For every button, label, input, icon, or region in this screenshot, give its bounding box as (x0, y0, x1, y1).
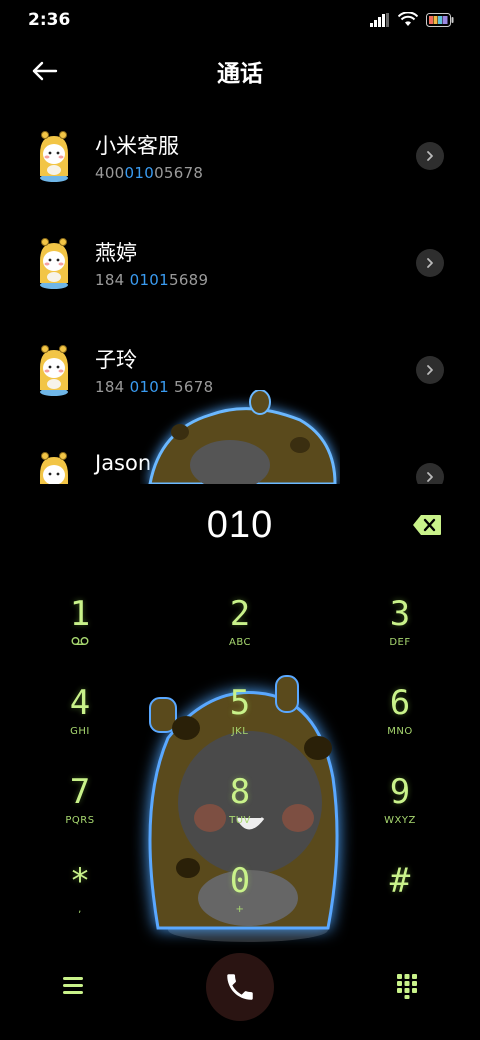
key-2[interactable]: 2 ABC (180, 594, 300, 674)
contact-avatar (40, 131, 68, 182)
key-1[interactable]: 1 (20, 594, 140, 674)
contact-row[interactable]: 燕婷 184 01015689 (0, 211, 480, 315)
contact-avatar (40, 238, 68, 289)
bottom-action-bar (0, 950, 480, 1040)
contact-row[interactable]: 小米客服 40001005678 (0, 104, 480, 208)
key-3[interactable]: 3 DEF (340, 594, 460, 674)
contact-number: 184 01015689 (95, 271, 209, 289)
contact-detail-button[interactable] (416, 249, 444, 277)
phone-icon (227, 974, 253, 1000)
key-letters: WXYZ (384, 815, 416, 826)
menu-icon (63, 977, 83, 994)
signal-icon (370, 12, 389, 27)
dialer-screen: 2:36 通话 小米客服 40001005678 燕婷 184 01015689… (0, 0, 480, 1040)
key-8[interactable]: 8 TUV (180, 772, 300, 852)
key-digit: 1 (69, 594, 91, 634)
key-digit: 0 (229, 861, 251, 901)
key-digit: 7 (69, 772, 91, 812)
key-hash[interactable]: # (340, 861, 460, 941)
key-letters: GHI (70, 726, 90, 737)
key-letters: TUV (229, 815, 251, 826)
dialed-number: 010 (206, 504, 274, 546)
key-7[interactable]: 7 PQRS (20, 772, 140, 852)
wifi-icon (398, 12, 418, 26)
status-bar: 2:36 (0, 0, 480, 40)
contact-name: 燕婷 (95, 241, 137, 265)
menu-button[interactable] (58, 970, 88, 1000)
contact-avatar (40, 452, 68, 484)
key-star[interactable]: * , (20, 861, 140, 941)
key-digit: 5 (229, 683, 251, 723)
dialpad-icon (397, 974, 417, 999)
key-digit: 8 (229, 772, 251, 812)
contact-detail-button[interactable] (416, 463, 444, 484)
key-letters: PQRS (65, 815, 95, 826)
contact-detail-button[interactable] (416, 142, 444, 170)
key-0[interactable]: 0 + (180, 861, 300, 941)
page-title: 通话 (217, 61, 263, 87)
key-digit: 3 (389, 594, 411, 634)
key-letters: DEF (389, 637, 411, 648)
chevron-right-icon (427, 151, 433, 161)
call-button[interactable] (206, 953, 274, 1021)
voicemail-icon (71, 637, 89, 646)
contact-number: 40001005678 (95, 164, 204, 182)
key-letters: + (235, 904, 245, 915)
key-letters: ABC (228, 637, 251, 648)
key-letters (20, 636, 140, 651)
chevron-right-icon (427, 365, 433, 375)
key-letters: MNO (387, 726, 413, 737)
chevron-right-icon (427, 472, 433, 482)
status-time: 2:36 (28, 10, 71, 30)
dial-display: 010 (0, 500, 480, 556)
key-letters: , (78, 904, 82, 915)
chevron-right-icon (427, 258, 433, 268)
key-digit: 6 (389, 683, 411, 723)
key-5[interactable]: 5 JKL (180, 683, 300, 763)
keypad: 1 2 ABC 3 DEF 4 GHI 5 JKL 6 MNO 7 PQRS 8… (0, 590, 480, 940)
status-icons (370, 12, 454, 27)
contact-avatar (40, 345, 68, 396)
backspace-icon (413, 515, 441, 535)
key-4[interactable]: 4 GHI (20, 683, 140, 763)
contact-detail-button[interactable] (416, 356, 444, 384)
contact-list[interactable]: 小米客服 40001005678 燕婷 184 01015689 子玲 184 … (0, 104, 480, 484)
key-9[interactable]: 9 WXYZ (340, 772, 460, 852)
contact-name: 子玲 (95, 348, 137, 372)
key-letters: JKL (231, 726, 249, 737)
key-digit: 4 (69, 683, 91, 723)
battery-icon (426, 12, 454, 27)
key-digit: # (389, 861, 411, 901)
key-digit: 2 (229, 594, 251, 634)
key-digit: 9 (389, 772, 411, 812)
contact-name: 小米客服 (95, 134, 179, 158)
backspace-button[interactable] (412, 514, 442, 536)
key-digit: * (69, 861, 91, 901)
header: 通话 (0, 48, 480, 92)
dialpad-toggle-button[interactable] (392, 970, 422, 1000)
key-6[interactable]: 6 MNO (340, 683, 460, 763)
wallpaper-mascot-peek (148, 390, 337, 484)
